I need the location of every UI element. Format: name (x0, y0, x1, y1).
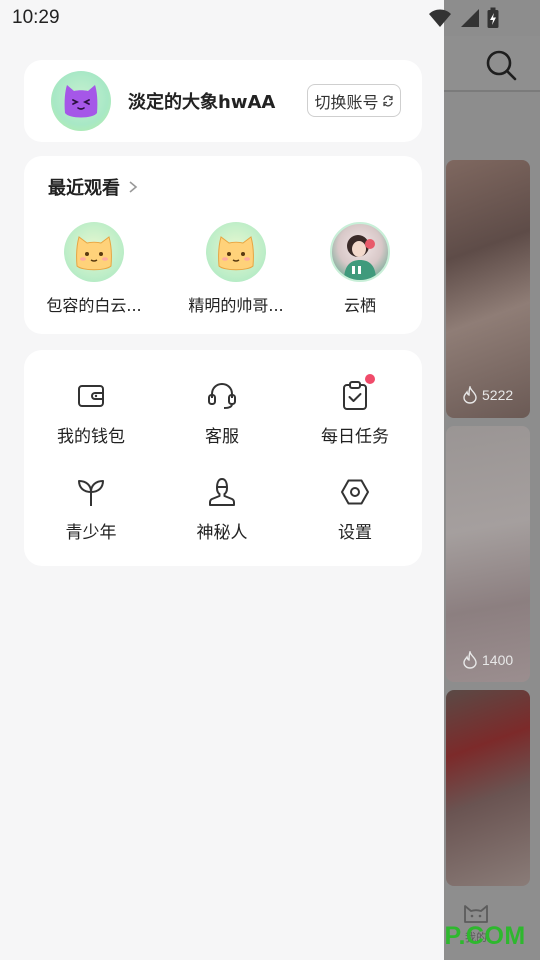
background-divider (444, 90, 540, 92)
menu-mystery-person[interactable]: 神秘人 (157, 476, 287, 543)
heat-count: 1400 (462, 651, 513, 669)
avatar (330, 222, 390, 282)
purple-cat-avatar-icon (64, 85, 98, 118)
headset-icon (157, 380, 287, 412)
recent-watched-header[interactable]: 最近观看 (48, 174, 138, 200)
chevron-right-icon (129, 181, 138, 193)
cat-avatar-icon (76, 236, 112, 271)
menu-card: 我的钱包 客服 每日任务 青少年 神秘人 设置 (24, 350, 422, 566)
profile-card[interactable]: 淡定的大象hwAA 切换账号 (24, 60, 422, 142)
status-bar: 10:29 (0, 0, 540, 36)
mystery-person-icon (157, 476, 287, 508)
menu-customer-service[interactable]: 客服 (157, 380, 287, 447)
recent-watched-card: 最近观看 包容的白云... 精明的帅哥... 云栖 (24, 156, 422, 334)
status-time: 10:29 (12, 7, 60, 28)
hexagon-settings-icon (290, 476, 420, 508)
refresh-icon (382, 95, 393, 106)
recent-item-name: 云栖 (343, 296, 376, 315)
sprout-icon (26, 476, 156, 508)
menu-settings[interactable]: 设置 (290, 476, 420, 543)
stream-card[interactable] (446, 690, 530, 886)
flame-icon (463, 651, 477, 669)
search-icon[interactable] (484, 48, 518, 82)
recent-item[interactable]: 云栖 (300, 222, 420, 316)
clipboard-check-icon (290, 374, 420, 412)
menu-customer-service-label: 客服 (205, 427, 239, 447)
recent-item-name: 精明的帅哥... (188, 296, 284, 315)
avatar[interactable] (51, 71, 111, 131)
heat-count-value: 5222 (482, 387, 514, 403)
recent-item-name: 包容的白云... (46, 296, 142, 315)
status-icons (428, 7, 500, 29)
menu-teen-mode-label: 青少年 (65, 523, 117, 543)
notification-dot (365, 374, 375, 384)
menu-mystery-person-label: 神秘人 (196, 523, 248, 543)
flame-icon (463, 386, 477, 404)
recent-item[interactable]: 包容的白云... (34, 222, 154, 316)
stream-card[interactable] (446, 160, 530, 418)
menu-daily-tasks[interactable]: 每日任务 (290, 374, 420, 447)
stream-card[interactable] (446, 426, 530, 682)
cat-avatar-icon (218, 236, 254, 271)
heat-count-value: 1400 (482, 652, 514, 668)
menu-wallet-label: 我的钱包 (57, 427, 125, 447)
menu-daily-tasks-label: 每日任务 (321, 427, 389, 447)
recent-item[interactable]: 精明的帅哥... (176, 222, 296, 316)
recent-watched-title: 最近观看 (48, 178, 120, 199)
wallet-icon (26, 380, 156, 412)
switch-account-label: 切换账号 (314, 92, 379, 112)
switch-account-button[interactable]: 切换账号 (307, 84, 401, 117)
menu-teen-mode[interactable]: 青少年 (26, 476, 156, 543)
avatar (206, 222, 266, 282)
battery-charging-icon (487, 7, 499, 28)
username: 淡定的大象hwAA (128, 92, 276, 113)
user-photo-avatar (344, 235, 376, 280)
menu-wallet[interactable]: 我的钱包 (26, 380, 156, 447)
wifi-icon (429, 9, 451, 27)
avatar (64, 222, 124, 282)
heat-count: 5222 (462, 386, 513, 404)
menu-settings-label: 设置 (338, 523, 372, 543)
side-drawer: 淡定的大象hwAA 切换账号 最近观看 包容的白云... 精明的帅哥... 云栖… (0, 0, 444, 960)
signal-icon (461, 9, 479, 27)
